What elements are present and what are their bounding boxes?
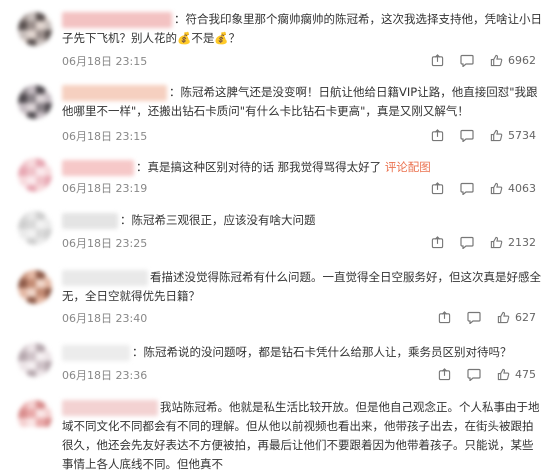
reply-button[interactable]	[467, 311, 481, 324]
avatar[interactable]	[18, 85, 52, 119]
comment-icon	[460, 129, 474, 142]
like-count: 4063	[508, 182, 536, 195]
share-icon	[431, 236, 444, 249]
comment-icon	[467, 311, 481, 324]
comment-date: 06月18日 23:19	[62, 182, 148, 195]
share-button[interactable]	[431, 182, 444, 195]
comment-date: 06月18日 23:36	[62, 369, 148, 382]
comment-date: 06月18日 23:40	[62, 312, 148, 325]
avatar[interactable]	[18, 158, 52, 192]
thumbs-up-icon	[490, 236, 503, 249]
comment-text: ：陈冠希这脾气还是没变啊！日航让他给日籍VIP让路，他直接回怼"我跟他哪里不一样…	[62, 85, 538, 118]
comment-icon	[460, 182, 474, 195]
thumbs-up-icon	[497, 368, 510, 381]
comment-text: ：符合我印象里那个瘸帅瘸帅的陈冠希，这次我选择支持他，凭啥让小日子先下飞机？别人…	[62, 12, 542, 45]
comment-icon	[460, 54, 474, 67]
reply-button[interactable]	[460, 236, 474, 249]
comment-date: 06月18日 23:15	[62, 55, 148, 68]
comment-feed: ：符合我印象里那个瘸帅瘸帅的陈冠希，这次我选择支持他，凭啥让小日子先下飞机？别人…	[0, 0, 554, 471]
like-button[interactable]: 6962	[490, 54, 536, 67]
comment-body: ：真是搞这种区别对待的话 那我觉得骂得太好了	[136, 160, 382, 174]
share-button[interactable]	[438, 368, 451, 381]
comment-image-link[interactable]: 评论配图	[385, 160, 431, 174]
share-button[interactable]	[438, 311, 451, 324]
like-count: 475	[515, 368, 536, 381]
share-button[interactable]	[431, 54, 444, 67]
share-icon	[438, 368, 451, 381]
avatar[interactable]	[18, 343, 52, 377]
reply-button[interactable]	[460, 54, 474, 67]
avatar[interactable]	[18, 400, 52, 434]
avatar[interactable]	[18, 12, 52, 46]
comment-date: 06月18日 23:25	[62, 237, 148, 250]
like-button[interactable]: 627	[497, 311, 536, 324]
share-icon	[431, 182, 444, 195]
like-count: 627	[515, 311, 536, 324]
share-button[interactable]	[431, 236, 444, 249]
comment-text: 我站陈冠希。他就是私生活比较开放。但是他自己观念正。个人私事由于地域不同文化不同…	[62, 400, 540, 471]
comment-icon	[460, 236, 474, 249]
like-count: 2132	[508, 236, 536, 249]
thumbs-up-icon	[497, 311, 510, 324]
share-icon	[438, 311, 451, 324]
reply-button[interactable]	[467, 368, 481, 381]
comment-text: 看描述没觉得陈冠希有什么问题。一直觉得全日空服务好，但这次真是好感全无，全日空就…	[62, 270, 541, 303]
thumbs-up-icon	[490, 182, 503, 195]
share-icon	[431, 54, 444, 67]
like-count: 5734	[508, 129, 536, 142]
comment-text: ：真是搞这种区别对待的话 那我觉得骂得太好了 评论配图	[62, 158, 542, 177]
comment-icon	[467, 368, 481, 381]
thumbs-up-icon	[490, 129, 503, 142]
comment-text: ：陈冠希说的没问题呀，都是钻石卡凭什么给那人让，乘务员区别对待吗？	[132, 345, 512, 359]
thumbs-up-icon	[490, 54, 503, 67]
like-button[interactable]: 2132	[490, 236, 536, 249]
comment-text: ：陈冠希三观很正，应该没有啥大问题	[120, 213, 316, 227]
reply-button[interactable]	[460, 182, 474, 195]
like-button[interactable]: 475	[497, 368, 536, 381]
like-button[interactable]: 4063	[490, 182, 536, 195]
share-icon	[431, 129, 444, 142]
like-button[interactable]: 5734	[490, 129, 536, 142]
avatar[interactable]	[18, 211, 52, 245]
share-button[interactable]	[431, 129, 444, 142]
reply-button[interactable]	[460, 129, 474, 142]
like-count: 6962	[508, 54, 536, 67]
comment-date: 06月18日 23:15	[62, 130, 148, 143]
avatar[interactable]	[18, 270, 52, 304]
